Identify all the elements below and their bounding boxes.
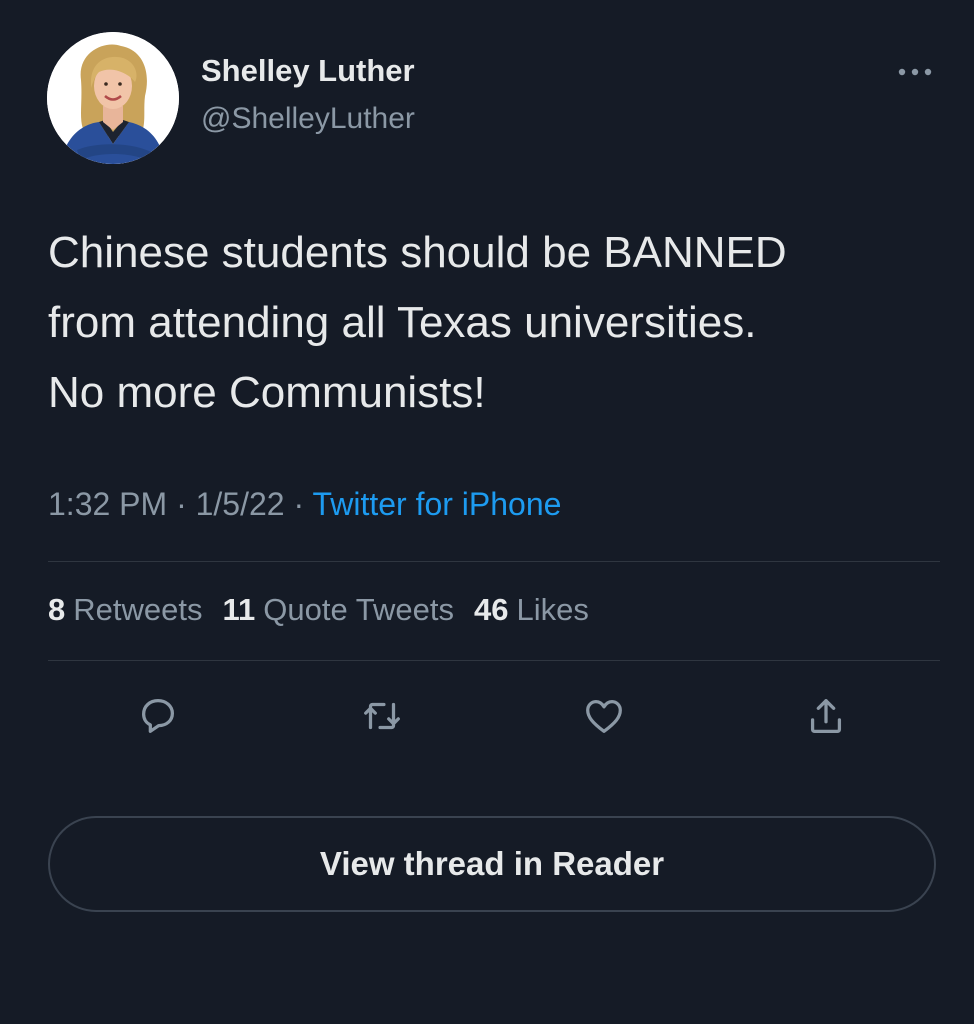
like-button[interactable]: [578, 690, 630, 742]
retweet-icon: [364, 702, 400, 730]
likes-count: 46: [473, 592, 509, 627]
likes-stat[interactable]: 46 Likes: [474, 592, 589, 628]
quote-tweets-count: 11: [222, 592, 256, 627]
share-button[interactable]: [800, 690, 852, 742]
retweets-count: 8: [48, 592, 66, 627]
tweet-text: Chinese students should be BANNED from a…: [48, 218, 948, 428]
retweet-button[interactable]: [356, 690, 408, 742]
divider: [48, 660, 940, 661]
quote-tweets-stat[interactable]: 11 Quote Tweets: [222, 592, 454, 628]
profile-photo-icon: [47, 32, 179, 164]
author-handle[interactable]: @ShelleyLuther: [201, 102, 415, 136]
tweet-date[interactable]: 1/5/22: [196, 486, 285, 522]
retweets-stat[interactable]: 8 Retweets: [48, 592, 202, 628]
likes-label: Likes: [516, 592, 589, 627]
quote-tweets-label: Quote Tweets: [263, 592, 454, 627]
tweet-meta: 1:32 PM · 1/5/22 · Twitter for iPhone: [48, 486, 561, 523]
more-options-button[interactable]: [890, 58, 940, 86]
action-bar: [0, 690, 974, 742]
retweets-label: Retweets: [73, 592, 203, 627]
tweet-detail: Shelley Luther @ShelleyLuther Chinese st…: [0, 0, 974, 1024]
meta-separator: ·: [176, 486, 187, 522]
heart-icon: [586, 699, 622, 733]
tweet-text-line: No more Communists!: [48, 368, 486, 417]
reply-button[interactable]: [132, 690, 184, 742]
more-dots-icon: [898, 68, 932, 76]
meta-separator: ·: [293, 486, 305, 522]
view-thread-reader-button[interactable]: View thread in Reader: [48, 816, 936, 912]
reply-icon: [141, 699, 175, 733]
tweet-time[interactable]: 1:32 PM: [48, 486, 167, 522]
share-icon: [810, 699, 842, 733]
tweet-text-line: from attending all Texas universities.: [48, 298, 757, 347]
avatar[interactable]: [47, 32, 179, 164]
divider: [48, 561, 940, 562]
tweet-source-link[interactable]: Twitter for iPhone: [312, 486, 561, 522]
tweet-stats: 8 Retweets 11 Quote Tweets 46 Likes: [48, 592, 589, 628]
tweet-text-line: Chinese students should be BANNED: [48, 228, 787, 277]
author-name[interactable]: Shelley Luther: [201, 53, 415, 89]
